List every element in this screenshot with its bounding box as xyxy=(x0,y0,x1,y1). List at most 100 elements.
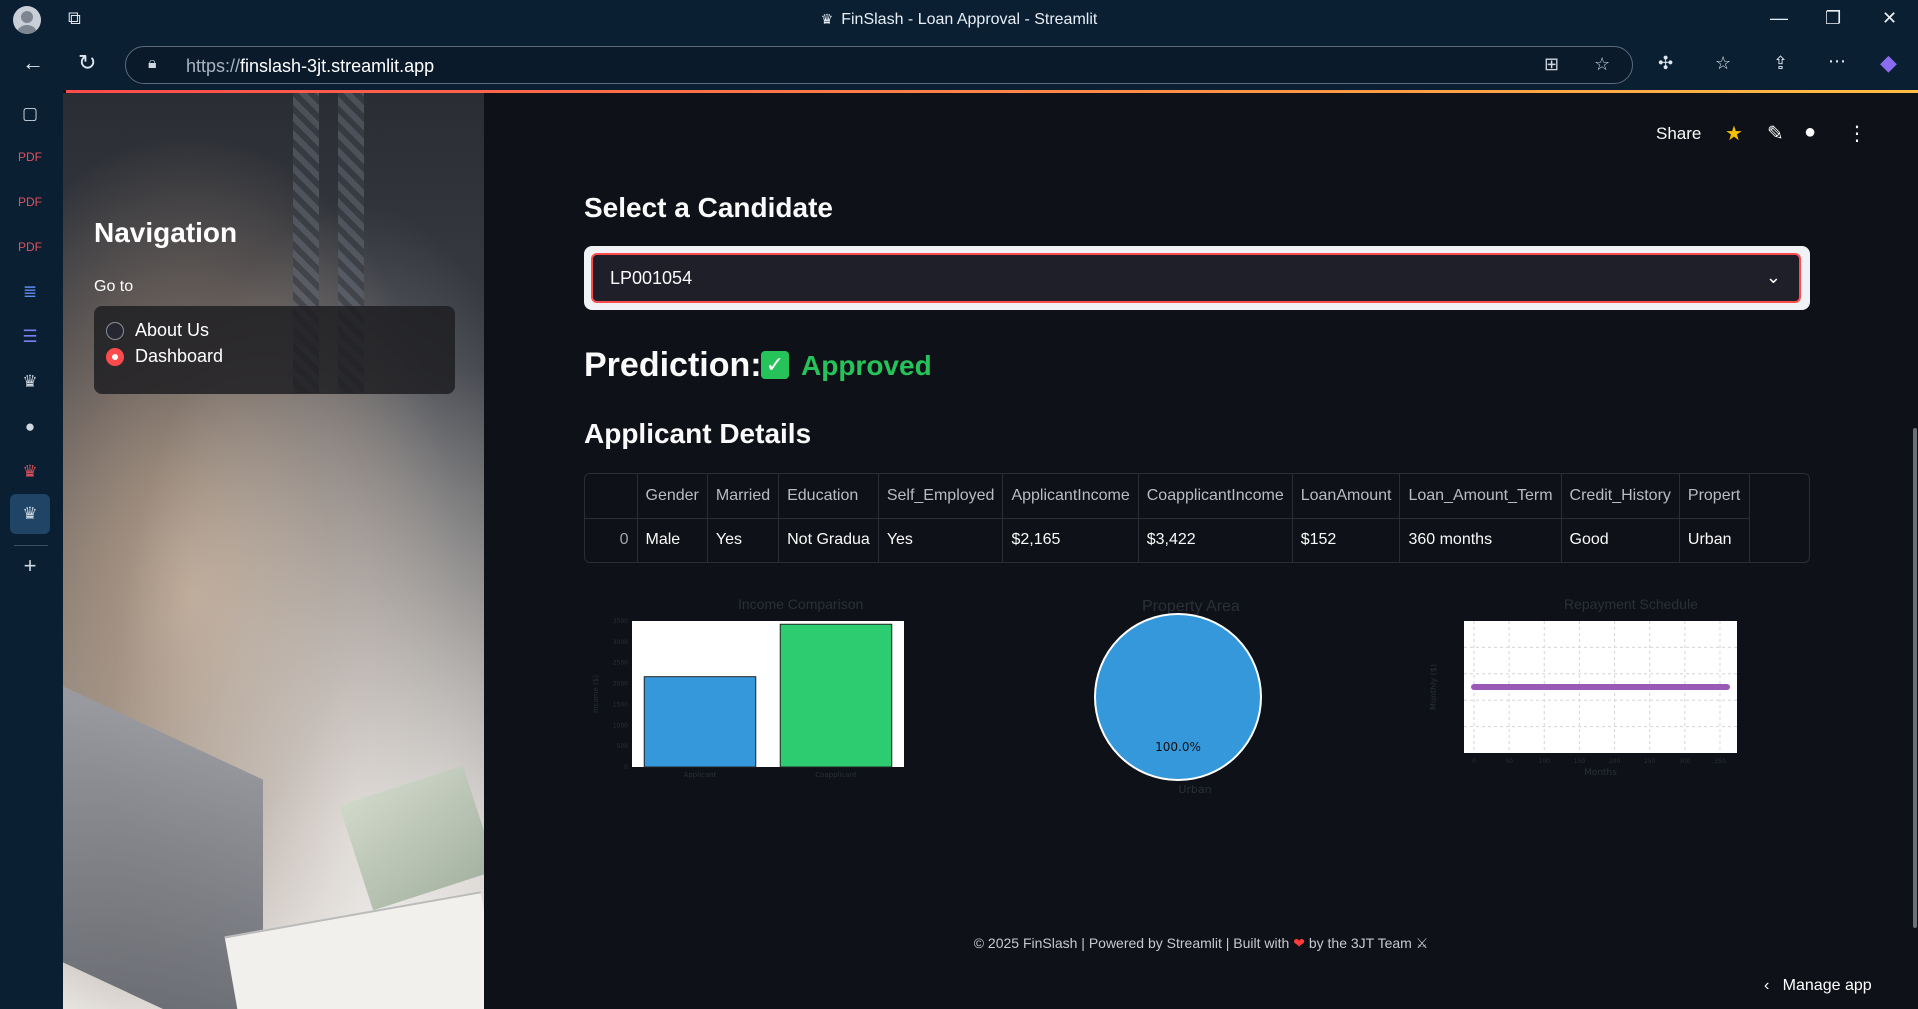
table-header-cell[interactable]: Married xyxy=(707,474,780,519)
pdf-tab-icon[interactable]: PDF xyxy=(14,143,46,171)
manage-app-label: Manage app xyxy=(1782,977,1872,994)
table-header-cell[interactable]: CoapplicantIncome xyxy=(1138,474,1293,519)
radio-option-label[interactable]: Dashboard xyxy=(135,346,223,367)
restore-button[interactable]: ❐ xyxy=(1825,8,1841,29)
x-tick-label: Coapplicant xyxy=(815,771,857,779)
x-tick-label: Applicant xyxy=(684,771,717,779)
chevron-down-icon[interactable]: ⌄ xyxy=(1766,267,1781,288)
radio-button-selected[interactable] xyxy=(106,348,124,366)
table-index-cell[interactable]: 0 xyxy=(585,518,638,562)
navigation-radio-group: About Us Dashboard xyxy=(94,306,455,394)
table-header-cell[interactable]: Credit_History xyxy=(1561,474,1680,519)
github-tab-icon[interactable]: ● xyxy=(14,413,46,441)
details-heading: Applicant Details xyxy=(584,418,812,449)
table-cell[interactable]: 360 months xyxy=(1399,518,1562,562)
x-tick-label: 150 xyxy=(1574,758,1586,765)
income-bar-chart: 0 500 1000 1500 2000 2500 3000 3500 Income ($) Ap… xyxy=(592,618,904,779)
radio-button[interactable] xyxy=(106,322,124,340)
income-chart-title: Income Comparison xyxy=(738,596,864,612)
background-image-detail xyxy=(224,891,484,1009)
lock-icon[interactable]: 🔒︎ xyxy=(148,55,157,73)
x-tick-label: 100 xyxy=(1539,758,1551,765)
pdf-tab-icon[interactable]: PDF xyxy=(14,233,46,261)
table-cell[interactable]: Yes xyxy=(707,518,780,562)
x-tick-label: 300 xyxy=(1679,758,1691,765)
x-tick-label: 250 xyxy=(1644,758,1656,765)
copilot-icon[interactable]: ◆ xyxy=(1880,50,1897,76)
minimize-button[interactable]: — xyxy=(1770,8,1788,29)
chevron-left-icon: ‹ xyxy=(1764,977,1770,994)
table-header-cell[interactable]: Propert xyxy=(1679,474,1750,519)
manage-app-button[interactable]: ‹ Manage app xyxy=(1764,977,1872,995)
repayment-chart-title: Repayment Schedule xyxy=(1564,596,1698,612)
table-header-row: Gender Married Education Self_Employed A… xyxy=(585,474,1750,519)
table-header-cell[interactable]: Gender xyxy=(637,474,708,519)
candidate-select-value[interactable]: LP001054 xyxy=(610,268,692,289)
favorites-icon[interactable]: ☆ xyxy=(1715,53,1731,74)
table-cell[interactable]: Male xyxy=(637,518,708,562)
y-tick-label: 1500 xyxy=(613,701,628,708)
y-tick-label: 500 xyxy=(617,743,629,750)
footer-text: © 2025 FinSlash | Powered by Streamlit |… xyxy=(973,935,1290,951)
reload-icon[interactable]: ↻ xyxy=(78,50,96,76)
browser-titlebar: ⧉ ♛ FinSlash - Loan Approval - Streamlit … xyxy=(0,0,1918,40)
share-page-icon[interactable]: ⇪ xyxy=(1773,53,1788,74)
table-cell[interactable]: Urban xyxy=(1679,518,1750,562)
github-icon[interactable]: ● xyxy=(1804,121,1816,144)
footer: © 2025 FinSlash | Powered by Streamlit |… xyxy=(484,935,1918,952)
table-row[interactable]: 0 Male Yes Not Gradua Yes $2,165 $3,422 … xyxy=(585,518,1750,562)
sidebar-heading: Navigation xyxy=(94,217,238,248)
heart-icon: ❤ xyxy=(1293,935,1305,951)
radio-option-label[interactable]: About Us xyxy=(135,320,209,341)
y-tick-label: 2000 xyxy=(613,681,628,688)
table-header-cell[interactable]: LoanAmount xyxy=(1292,474,1401,519)
y-axis-label: Monthly ($) xyxy=(1429,664,1438,710)
table-header-cell[interactable]: Loan_Amount_Term xyxy=(1399,474,1562,519)
url-text[interactable]: https://finslash-3jt.streamlit.app xyxy=(186,56,434,77)
x-tick-label: 50 xyxy=(1505,758,1513,765)
x-axis-label: Months xyxy=(1584,768,1617,778)
new-tab-plus-icon[interactable]: + xyxy=(14,552,46,580)
browser-vertical-tabs: ▢ PDF PDF PDF ≣ ☰ ♛ ● ♛ ♛ + xyxy=(0,90,63,1009)
x-tick-label: 350 xyxy=(1714,758,1726,765)
crown-tab-icon[interactable]: ♛ xyxy=(14,458,46,486)
y-tick-label: 1000 xyxy=(613,722,628,729)
y-tick-label: 2500 xyxy=(613,660,628,667)
scrollbar[interactable] xyxy=(1913,428,1917,928)
table-cell[interactable]: Good xyxy=(1561,518,1680,562)
candidate-select[interactable]: LP001054 ⌄ xyxy=(584,246,1810,310)
table-header-cell[interactable] xyxy=(585,474,638,519)
crown-tab-icon[interactable]: ♛ xyxy=(14,368,46,396)
list-tab-icon[interactable]: ☰ xyxy=(14,323,46,351)
close-window-button[interactable]: ✕ xyxy=(1882,8,1897,29)
tab-actions-icon[interactable]: ▢ xyxy=(14,100,46,128)
active-tab-icon[interactable]: ♛ xyxy=(10,494,50,534)
app-available-icon[interactable]: ⊞ xyxy=(1544,54,1559,75)
table-header-cell[interactable]: Education xyxy=(778,474,879,519)
table-cell[interactable]: Yes xyxy=(878,518,1004,562)
table-cell[interactable]: $152 xyxy=(1292,518,1401,562)
window-title: ♛ FinSlash - Loan Approval - Streamlit xyxy=(0,11,1918,29)
table-cell[interactable]: $2,165 xyxy=(1002,518,1139,562)
more-menu-icon[interactable]: ⋯ xyxy=(1828,51,1846,72)
document-tab-icon[interactable]: ≣ xyxy=(14,278,46,306)
favorite-star-icon[interactable]: ☆ xyxy=(1594,54,1610,75)
url-input[interactable]: 🔒︎ https://finslash-3jt.streamlit.app ⊞ … xyxy=(125,46,1633,84)
pie-percent-label: 100.0% xyxy=(1155,740,1201,754)
pdf-tab-icon[interactable]: PDF xyxy=(14,188,46,216)
edit-pencil-icon[interactable]: ✎ xyxy=(1767,121,1784,146)
share-button[interactable]: Share xyxy=(1656,124,1701,144)
kebab-menu-icon[interactable]: ⋮ xyxy=(1847,121,1867,146)
radio-group-label: Go to xyxy=(94,278,134,295)
extensions-icon[interactable]: ✣ xyxy=(1658,53,1673,74)
table-header-cell[interactable]: ApplicantIncome xyxy=(1002,474,1139,519)
applicant-table[interactable]: Gender Married Education Self_Employed A… xyxy=(584,473,1810,563)
table-header-cell[interactable]: Self_Employed xyxy=(878,474,1004,519)
x-tick-label: 200 xyxy=(1609,758,1621,765)
candidate-select-field[interactable]: LP001054 ⌄ xyxy=(591,253,1801,303)
star-icon[interactable]: ★ xyxy=(1725,121,1743,146)
prediction-label: Prediction: xyxy=(584,346,762,384)
back-arrow-icon[interactable]: ← xyxy=(22,50,44,76)
table-cell[interactable]: $3,422 xyxy=(1138,518,1293,562)
table-cell[interactable]: Not Gradua xyxy=(778,518,879,562)
